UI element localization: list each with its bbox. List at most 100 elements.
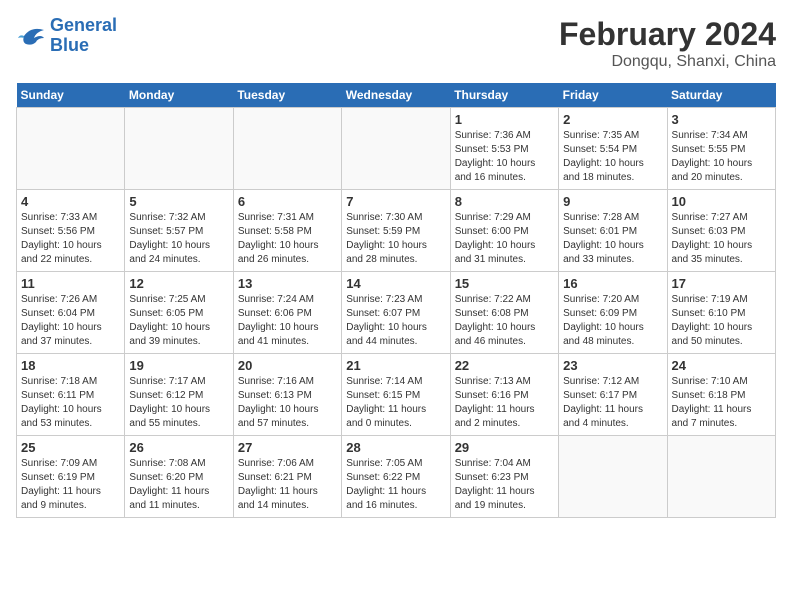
calendar-cell: 5 Sunrise: 7:32 AM Sunset: 5:57 PM Daylig… [125,190,233,272]
calendar-cell: 16Sunrise: 7:20 AM Sunset: 6:09 PM Dayli… [559,272,667,354]
calendar-cell: 19Sunrise: 7:17 AM Sunset: 6:12 PM Dayli… [125,354,233,436]
calendar-cell: 8 Sunrise: 7:29 AM Sunset: 6:00 PM Daylig… [450,190,558,272]
day-info: Sunrise: 7:18 AM Sunset: 6:11 PM Dayligh… [21,375,120,431]
day-number: 1 [455,112,554,127]
calendar-cell [342,108,450,190]
day-number: 29 [455,440,554,455]
day-info: Sunrise: 7:04 AM Sunset: 6:23 PM Dayligh… [455,457,554,513]
day-number: 10 [672,194,771,209]
day-info: Sunrise: 7:24 AM Sunset: 6:06 PM Dayligh… [238,293,337,349]
day-number: 17 [672,276,771,291]
day-info: Sunrise: 7:36 AM Sunset: 5:53 PM Dayligh… [455,129,554,185]
calendar-cell: 17 Sunrise: 7:19 AM Sunset: 6:10 PM Dayli… [667,272,775,354]
calendar-cell: 29 Sunrise: 7:04 AM Sunset: 6:23 PM Dayli… [450,436,558,518]
weekday-header-sunday: Sunday [17,83,125,108]
day-info: Sunrise: 7:12 AM Sunset: 6:17 PM Dayligh… [563,375,662,431]
month-year-title: February 2024 [559,16,776,53]
title-block: February 2024 Dongqu, Shanxi, China [559,16,776,71]
calendar-cell: 23Sunrise: 7:12 AM Sunset: 6:17 PM Dayli… [559,354,667,436]
day-number: 19 [129,358,228,373]
weekday-header-monday: Monday [125,83,233,108]
week-row-4: 18 Sunrise: 7:18 AM Sunset: 6:11 PM Dayli… [17,354,776,436]
week-row-2: 4 Sunrise: 7:33 AM Sunset: 5:56 PM Daylig… [17,190,776,272]
week-row-5: 25Sunrise: 7:09 AM Sunset: 6:19 PM Dayli… [17,436,776,518]
calendar-cell [559,436,667,518]
day-number: 8 [455,194,554,209]
day-number: 6 [238,194,337,209]
day-number: 21 [346,358,445,373]
day-info: Sunrise: 7:33 AM Sunset: 5:56 PM Dayligh… [21,211,120,267]
calendar-cell: 13 Sunrise: 7:24 AM Sunset: 6:06 PM Dayli… [233,272,341,354]
calendar-cell: 26 Sunrise: 7:08 AM Sunset: 6:20 PM Dayli… [125,436,233,518]
day-number: 27 [238,440,337,455]
weekday-header-saturday: Saturday [667,83,775,108]
calendar-cell: 28Sunrise: 7:05 AM Sunset: 6:22 PM Dayli… [342,436,450,518]
calendar-cell: 4 Sunrise: 7:33 AM Sunset: 5:56 PM Daylig… [17,190,125,272]
day-number: 12 [129,276,228,291]
page-header: General Blue February 2024 Dongqu, Shanx… [16,16,776,71]
day-info: Sunrise: 7:25 AM Sunset: 6:05 PM Dayligh… [129,293,228,349]
day-info: Sunrise: 7:29 AM Sunset: 6:00 PM Dayligh… [455,211,554,267]
calendar-cell: 3 Sunrise: 7:34 AM Sunset: 5:55 PM Daylig… [667,108,775,190]
calendar-cell: 9 Sunrise: 7:28 AM Sunset: 6:01 PM Daylig… [559,190,667,272]
day-number: 3 [672,112,771,127]
day-info: Sunrise: 7:31 AM Sunset: 5:58 PM Dayligh… [238,211,337,267]
calendar-cell: 21 Sunrise: 7:14 AM Sunset: 6:15 PM Dayli… [342,354,450,436]
day-info: Sunrise: 7:16 AM Sunset: 6:13 PM Dayligh… [238,375,337,431]
day-number: 11 [21,276,120,291]
day-number: 5 [129,194,228,209]
day-number: 15 [455,276,554,291]
day-info: Sunrise: 7:05 AM Sunset: 6:22 PM Dayligh… [346,457,445,513]
calendar-cell [667,436,775,518]
day-info: Sunrise: 7:26 AM Sunset: 6:04 PM Dayligh… [21,293,120,349]
day-number: 26 [129,440,228,455]
day-info: Sunrise: 7:13 AM Sunset: 6:16 PM Dayligh… [455,375,554,431]
calendar-cell: 25Sunrise: 7:09 AM Sunset: 6:19 PM Dayli… [17,436,125,518]
day-info: Sunrise: 7:22 AM Sunset: 6:08 PM Dayligh… [455,293,554,349]
calendar-cell: 1 Sunrise: 7:36 AM Sunset: 5:53 PM Daylig… [450,108,558,190]
day-info: Sunrise: 7:28 AM Sunset: 6:01 PM Dayligh… [563,211,662,267]
weekday-header-row: SundayMondayTuesdayWednesdayThursdayFrid… [17,83,776,108]
day-info: Sunrise: 7:32 AM Sunset: 5:57 PM Dayligh… [129,211,228,267]
day-number: 2 [563,112,662,127]
day-info: Sunrise: 7:10 AM Sunset: 6:18 PM Dayligh… [672,375,771,431]
calendar-cell: 24 Sunrise: 7:10 AM Sunset: 6:18 PM Dayli… [667,354,775,436]
week-row-3: 11 Sunrise: 7:26 AM Sunset: 6:04 PM Dayli… [17,272,776,354]
day-number: 16 [563,276,662,291]
day-info: Sunrise: 7:23 AM Sunset: 6:07 PM Dayligh… [346,293,445,349]
calendar-cell: 27 Sunrise: 7:06 AM Sunset: 6:21 PM Dayli… [233,436,341,518]
calendar-cell [125,108,233,190]
day-number: 13 [238,276,337,291]
calendar-cell: 10Sunrise: 7:27 AM Sunset: 6:03 PM Dayli… [667,190,775,272]
calendar-cell: 11 Sunrise: 7:26 AM Sunset: 6:04 PM Dayli… [17,272,125,354]
calendar-cell: 12 Sunrise: 7:25 AM Sunset: 6:05 PM Dayli… [125,272,233,354]
calendar-cell: 2 Sunrise: 7:35 AM Sunset: 5:54 PM Daylig… [559,108,667,190]
day-info: Sunrise: 7:19 AM Sunset: 6:10 PM Dayligh… [672,293,771,349]
weekday-header-wednesday: Wednesday [342,83,450,108]
day-info: Sunrise: 7:06 AM Sunset: 6:21 PM Dayligh… [238,457,337,513]
calendar-cell: 20 Sunrise: 7:16 AM Sunset: 6:13 PM Dayli… [233,354,341,436]
day-info: Sunrise: 7:14 AM Sunset: 6:15 PM Dayligh… [346,375,445,431]
day-info: Sunrise: 7:34 AM Sunset: 5:55 PM Dayligh… [672,129,771,185]
day-number: 22 [455,358,554,373]
day-info: Sunrise: 7:08 AM Sunset: 6:20 PM Dayligh… [129,457,228,513]
calendar-cell: 15 Sunrise: 7:22 AM Sunset: 6:08 PM Dayli… [450,272,558,354]
calendar-cell: 7 Sunrise: 7:30 AM Sunset: 5:59 PM Daylig… [342,190,450,272]
week-row-1: 1 Sunrise: 7:36 AM Sunset: 5:53 PM Daylig… [17,108,776,190]
calendar-cell: 18 Sunrise: 7:18 AM Sunset: 6:11 PM Dayli… [17,354,125,436]
day-info: Sunrise: 7:30 AM Sunset: 5:59 PM Dayligh… [346,211,445,267]
day-info: Sunrise: 7:35 AM Sunset: 5:54 PM Dayligh… [563,129,662,185]
day-number: 25 [21,440,120,455]
day-number: 18 [21,358,120,373]
calendar-cell [233,108,341,190]
day-number: 9 [563,194,662,209]
logo: General Blue [16,16,117,56]
day-number: 4 [21,194,120,209]
location-subtitle: Dongqu, Shanxi, China [559,53,776,71]
calendar-table: SundayMondayTuesdayWednesdayThursdayFrid… [16,83,776,518]
day-number: 24 [672,358,771,373]
day-number: 20 [238,358,337,373]
calendar-cell: 6 Sunrise: 7:31 AM Sunset: 5:58 PM Daylig… [233,190,341,272]
day-number: 7 [346,194,445,209]
calendar-cell: 22 Sunrise: 7:13 AM Sunset: 6:16 PM Dayli… [450,354,558,436]
